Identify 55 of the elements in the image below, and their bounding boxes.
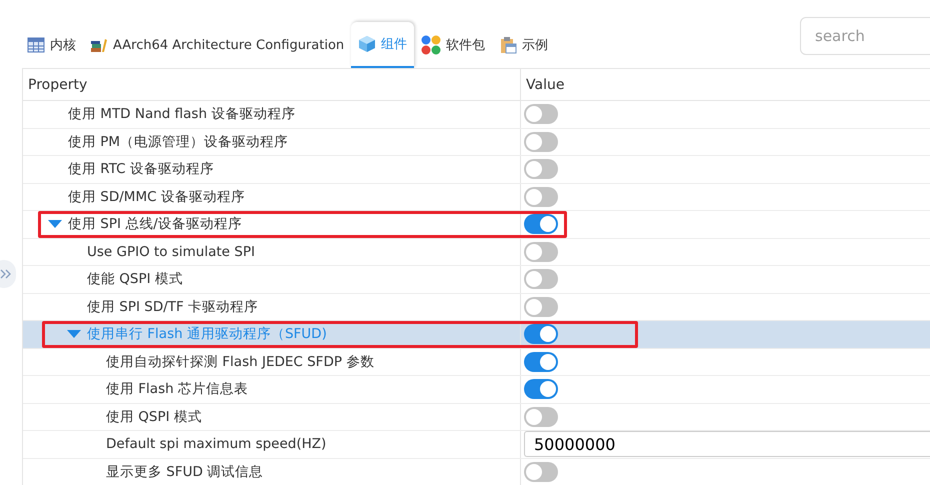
property-row[interactable]: 使用 SD/MMC 设备驱动程序 xyxy=(23,184,930,211)
clipboard-icon xyxy=(499,36,518,54)
property-row[interactable]: 使用 RTC 设备驱动程序 xyxy=(23,156,930,184)
toggle-switch[interactable] xyxy=(524,406,558,427)
property-row[interactable]: 显示更多 SFUD 调试信息 xyxy=(23,458,930,485)
property-row[interactable]: Default spi maximum speed(HZ) 50000000 xyxy=(23,431,930,458)
property-row[interactable]: 使能 QSPI 模式 xyxy=(23,266,930,294)
property-label: Use GPIO to simulate SPI xyxy=(87,244,255,260)
table-icon xyxy=(27,36,45,54)
toggle-switch[interactable] xyxy=(524,296,558,317)
tab[interactable]: AArch64 Architecture Configuration xyxy=(83,22,352,68)
toggle-switch[interactable] xyxy=(524,324,558,344)
property-row[interactable]: 使用 PM（电源管理）设备驱动程序 xyxy=(23,128,930,156)
tab[interactable]: 内核 xyxy=(20,22,83,68)
toggle-switch[interactable] xyxy=(524,269,558,290)
property-row[interactable]: 使用自动探针探测 Flash JEDEC SFDP 参数 xyxy=(23,348,930,376)
property-label: 使用 SPI SD/TF 卡驱动程序 xyxy=(87,298,258,316)
tab[interactable]: 示例 xyxy=(492,22,556,68)
tab[interactable]: 软件包 xyxy=(414,22,492,68)
property-label: 使用 SPI 总线/设备驱动程序 xyxy=(68,215,242,234)
toggle-switch[interactable] xyxy=(524,242,558,262)
property-label: 显示更多 SFUD 调试信息 xyxy=(106,462,264,481)
tab[interactable]: 组件 xyxy=(351,22,414,68)
cube-icon xyxy=(358,35,376,53)
property-label: 使用 MTD Nand flash 设备驱动程序 xyxy=(68,105,296,124)
number-field[interactable]: 50000000 xyxy=(524,431,930,458)
property-row[interactable]: 使用 MTD Nand flash 设备驱动程序 xyxy=(23,101,930,128)
property-row[interactable]: 使用 Flash 芯片信息表 xyxy=(23,376,930,404)
column-header: Value xyxy=(526,76,564,92)
property-label: 使用 RTC 设备驱动程序 xyxy=(68,160,214,178)
property-row[interactable]: Use GPIO to simulate SPI xyxy=(23,238,930,266)
column-header: Property xyxy=(28,76,88,92)
property-label: 使能 QSPI 模式 xyxy=(87,270,183,288)
expand-arrow-icon[interactable] xyxy=(67,330,81,339)
property-row[interactable]: 使用 SPI 总线/设备驱动程序 xyxy=(23,211,930,238)
toggle-switch[interactable] xyxy=(524,104,558,124)
toggle-switch[interactable] xyxy=(524,379,558,400)
property-label: 使用 QSPI 模式 xyxy=(106,408,202,426)
toggle-switch[interactable] xyxy=(524,186,558,207)
toggle-switch[interactable] xyxy=(524,132,558,152)
apps-icon xyxy=(421,35,442,55)
property-label: 使用自动探针探测 Flash JEDEC SFDP 参数 xyxy=(106,352,374,371)
property-label: Default spi maximum speed(HZ) xyxy=(106,436,326,452)
books-icon xyxy=(90,36,108,54)
toggle-switch[interactable] xyxy=(524,159,558,180)
search-field[interactable]: search xyxy=(800,17,930,55)
property-label: 使用 PM（电源管理）设备驱动程序 xyxy=(68,132,288,151)
property-label: 使用串行 Flash 通用驱动程序（SFUD) xyxy=(87,325,327,344)
toggle-switch[interactable] xyxy=(524,462,558,482)
property-label: 使用 SD/MMC 设备驱动程序 xyxy=(68,188,245,206)
double-chevron-icon xyxy=(0,269,12,279)
toggle-switch[interactable] xyxy=(524,214,558,234)
property-label: 使用 Flash 芯片信息表 xyxy=(106,380,248,398)
expand-arrow-icon[interactable] xyxy=(48,220,62,229)
toggle-switch[interactable] xyxy=(524,352,558,372)
